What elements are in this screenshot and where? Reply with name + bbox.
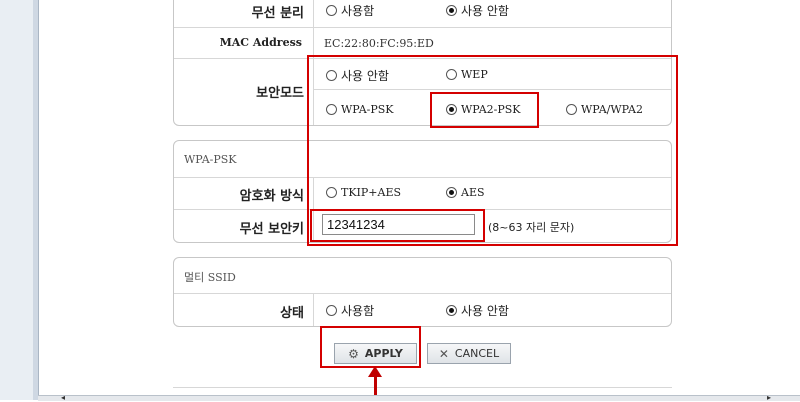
wireless-key-label: 무선 보안키 (239, 222, 304, 237)
security-mode-label: 보안모드 (256, 86, 304, 101)
bottom-divider (173, 387, 672, 388)
cancel-button[interactable]: ✕ CANCEL (427, 343, 511, 364)
multi-ssid-status-label: 상태 (280, 306, 304, 321)
radio-icon[interactable] (326, 305, 337, 316)
horizontal-scrollbar[interactable] (38, 395, 800, 401)
radio-selected-icon[interactable] (446, 305, 457, 316)
row-divider (174, 293, 671, 294)
wireless-key-highlight (310, 209, 485, 242)
row-divider (174, 27, 671, 28)
radio-icon[interactable] (326, 5, 337, 16)
radio-selected-icon[interactable] (446, 5, 457, 16)
scroll-left-arrow-icon[interactable]: ◂ (56, 394, 70, 402)
mac-address-label: MAC Address (219, 36, 302, 49)
left-frame-outer (0, 0, 34, 400)
wpa2-psk-highlight (430, 92, 539, 128)
close-icon: ✕ (438, 346, 449, 361)
multi-ssid-option-off[interactable]: 사용 안함 (446, 302, 509, 319)
column-divider (313, 293, 314, 326)
multi-ssid-section-title: 멀티 SSID (184, 271, 236, 284)
encryption-method-label: 암호화 방식 (239, 189, 304, 204)
wpa-psk-section-title: WPA-PSK (184, 153, 237, 166)
multi-ssid-option-on[interactable]: 사용함 (326, 302, 374, 319)
wireless-separation-option-off[interactable]: 사용 안함 (446, 2, 509, 19)
mac-address-value: EC:22:80:FC:95:ED (324, 37, 434, 50)
wireless-separation-label: 무선 분리 (251, 6, 304, 21)
apply-button-highlight (320, 326, 421, 368)
wireless-separation-option-on[interactable]: 사용함 (326, 2, 374, 19)
left-frame-inner (33, 0, 39, 400)
scroll-right-arrow-icon[interactable]: ▸ (762, 394, 776, 402)
arrow-stem (374, 375, 377, 395)
